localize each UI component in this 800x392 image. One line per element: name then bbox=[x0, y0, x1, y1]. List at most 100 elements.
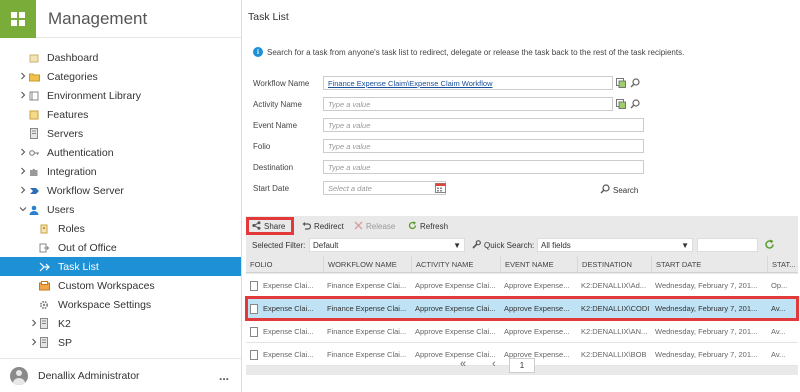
quick-search-label-group: Quick Search: bbox=[472, 239, 535, 251]
quick-search-input[interactable] bbox=[697, 238, 758, 252]
chevron-down-icon[interactable] bbox=[19, 205, 27, 215]
table-cell: K2:DENALLIX\Ad... bbox=[577, 274, 651, 297]
out-of-office-icon bbox=[38, 242, 50, 254]
refresh-button[interactable]: Refresh bbox=[404, 217, 452, 235]
quick-search-dropdown[interactable]: All fields ▼ bbox=[537, 238, 693, 252]
table-cell-text: Approve Expense... bbox=[504, 281, 570, 290]
activity-name-input[interactable]: Type a value bbox=[323, 97, 613, 111]
sidebar-item-features[interactable]: Features bbox=[0, 105, 241, 124]
chevron-down-icon: ▼ bbox=[681, 240, 689, 250]
table-cell-text: Approve Expense Clai... bbox=[415, 281, 496, 290]
workflow-name-row: Workflow Name Finance Expense Claim\Expe… bbox=[253, 76, 640, 90]
chevron-right-icon[interactable] bbox=[19, 91, 27, 101]
sidebar-item-workflow-server[interactable]: Workflow Server bbox=[0, 181, 241, 200]
destination-input[interactable]: Type a value bbox=[323, 160, 644, 174]
table-cell: Av... bbox=[767, 320, 798, 343]
calendar-icon[interactable] bbox=[435, 182, 446, 193]
main-panel: Task List i Search for a task from anyon… bbox=[243, 0, 800, 392]
search-button[interactable]: Search bbox=[600, 184, 638, 196]
release-button[interactable]: Release bbox=[350, 217, 399, 235]
search-icon[interactable] bbox=[629, 98, 640, 109]
start-date-label: Start Date bbox=[253, 183, 290, 193]
sidebar-item-authentication[interactable]: Authentication bbox=[0, 143, 241, 162]
folio-input[interactable]: Type a value bbox=[323, 139, 644, 153]
sidebar-item-label: Custom Workspaces bbox=[58, 279, 155, 292]
workflow-name-input[interactable]: Finance Expense Claim\Expense Claim Work… bbox=[323, 76, 613, 90]
selected-filter-dropdown[interactable]: Default ▼ bbox=[309, 238, 465, 252]
roles-icon bbox=[38, 223, 50, 235]
sidebar-item-categories[interactable]: Categories bbox=[0, 67, 241, 86]
sidebar-item-task-list[interactable]: Task List bbox=[0, 257, 241, 276]
wrench-icon bbox=[472, 239, 481, 251]
table-cell: Approve Expense Clai... bbox=[411, 320, 500, 343]
server-icon bbox=[38, 318, 50, 330]
page-number[interactable]: 1 bbox=[509, 358, 535, 373]
table-cell: Wednesday, February 7, 201... bbox=[651, 274, 767, 297]
workflow-icon bbox=[28, 185, 40, 197]
gear-icon bbox=[38, 299, 50, 311]
table-cell: Approve Expense... bbox=[500, 297, 577, 320]
sidebar-item-label: Integration bbox=[47, 165, 97, 178]
refresh-icon[interactable] bbox=[764, 239, 775, 252]
library-icon bbox=[28, 90, 40, 102]
more-options-icon[interactable]: ... bbox=[219, 369, 229, 383]
chevron-right-icon[interactable] bbox=[30, 338, 38, 348]
table-cell-text: Op... bbox=[771, 281, 788, 290]
activity-name-label: Activity Name bbox=[253, 99, 302, 109]
task-list-icon bbox=[38, 261, 50, 273]
quick-search-label: Quick Search: bbox=[484, 240, 535, 250]
chevron-right-icon[interactable] bbox=[19, 186, 27, 196]
inbox-icon bbox=[38, 280, 50, 292]
first-page-icon[interactable]: « bbox=[460, 358, 466, 370]
sidebar-header: Management bbox=[0, 0, 241, 38]
browse-icon[interactable] bbox=[615, 77, 626, 88]
column-header[interactable]: WORKFLOW NAME bbox=[323, 256, 411, 273]
share-button[interactable]: Share bbox=[246, 217, 294, 235]
column-header[interactable]: EVENT NAME bbox=[500, 256, 577, 273]
sidebar-item-environment-library[interactable]: Environment Library bbox=[0, 86, 241, 105]
sidebar-item-dashboard[interactable]: Dashboard bbox=[0, 48, 241, 67]
chevron-right-icon[interactable] bbox=[19, 148, 27, 158]
prev-page-icon[interactable]: ‹ bbox=[492, 358, 496, 370]
sidebar-item-workspace-settings[interactable]: Workspace Settings bbox=[0, 295, 241, 314]
start-date-input[interactable]: Select a date bbox=[323, 181, 446, 195]
avatar[interactable] bbox=[10, 366, 28, 385]
search-icon[interactable] bbox=[629, 77, 640, 88]
chevron-right-icon[interactable] bbox=[19, 72, 27, 82]
table-row[interactable]: Expense Clai... Finance Expense Clai... Ap… bbox=[246, 274, 798, 297]
folio-row: Folio Type a value bbox=[253, 139, 644, 153]
key-icon bbox=[28, 147, 40, 159]
chevron-right-icon[interactable] bbox=[19, 167, 27, 177]
sidebar-item-roles[interactable]: Roles bbox=[0, 219, 241, 238]
app-grid-icon[interactable] bbox=[0, 0, 36, 38]
chevron-right-icon[interactable] bbox=[30, 319, 38, 329]
table-row[interactable]: Expense Clai... Finance Expense Clai... Ap… bbox=[245, 296, 799, 321]
redirect-button[interactable]: Redirect bbox=[298, 217, 348, 235]
column-header[interactable]: FOLIO bbox=[246, 256, 323, 273]
column-header[interactable]: ACTIVITY NAME bbox=[411, 256, 500, 273]
table-row[interactable]: Expense Clai... Finance Expense Clai... Ap… bbox=[246, 320, 798, 343]
table-cell-text: Wednesday, February 7, 201... bbox=[655, 327, 758, 336]
event-name-input[interactable]: Type a value bbox=[323, 118, 644, 132]
table-cell: Expense Clai... bbox=[246, 320, 323, 343]
column-header[interactable]: START DATE bbox=[651, 256, 767, 273]
table-cell-text: Finance Expense Clai... bbox=[327, 304, 407, 313]
table-cell: K2:DENALLIX\AN... bbox=[577, 320, 651, 343]
grid-toolbar: Share Redirect Release Refresh bbox=[246, 216, 798, 236]
event-name-row: Event Name Type a value bbox=[253, 118, 644, 132]
sidebar-item-sp[interactable]: SP bbox=[0, 333, 241, 352]
user-name: Denallix Administrator bbox=[38, 369, 140, 382]
table-cell-text: Wednesday, February 7, 201... bbox=[655, 304, 758, 313]
column-header[interactable]: STAT... bbox=[767, 256, 798, 273]
sidebar-item-k2[interactable]: K2 bbox=[0, 314, 241, 333]
column-header[interactable]: DESTINATION bbox=[577, 256, 651, 273]
sidebar-item-out-of-office[interactable]: Out of Office bbox=[0, 238, 241, 257]
sidebar-item-integration[interactable]: Integration bbox=[0, 162, 241, 181]
sidebar-item-custom-workspaces[interactable]: Custom Workspaces bbox=[0, 276, 241, 295]
puzzle-icon bbox=[28, 166, 40, 178]
sidebar-item-servers[interactable]: Servers bbox=[0, 124, 241, 143]
redirect-icon bbox=[302, 221, 312, 232]
sidebar-item-users[interactable]: Users bbox=[0, 200, 241, 219]
browse-icon[interactable] bbox=[615, 98, 626, 109]
table-cell-text: Av... bbox=[771, 304, 786, 313]
